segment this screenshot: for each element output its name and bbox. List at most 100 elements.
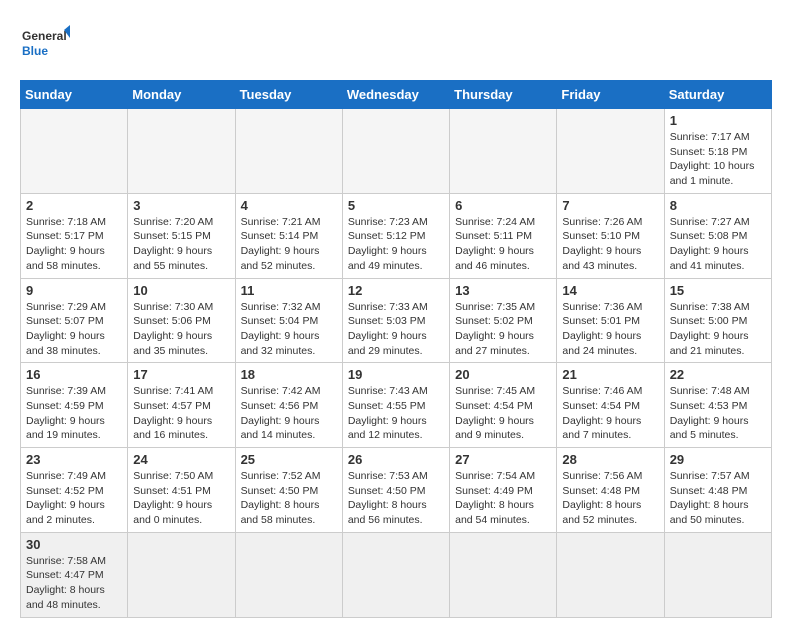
calendar-week-row: 9Sunrise: 7:29 AM Sunset: 5:07 PM Daylig… bbox=[21, 278, 772, 363]
weekday-header-thursday: Thursday bbox=[450, 81, 557, 109]
day-number: 13 bbox=[455, 283, 551, 298]
weekday-header-monday: Monday bbox=[128, 81, 235, 109]
calendar-cell bbox=[128, 109, 235, 194]
day-info: Sunrise: 7:50 AM Sunset: 4:51 PM Dayligh… bbox=[133, 469, 229, 528]
day-number: 24 bbox=[133, 452, 229, 467]
calendar-cell: 11 Sunrise: 7:32 AM Sunset: 5:04 PM Dayli… bbox=[235, 278, 342, 363]
calendar-cell: 27Sunrise: 7:54 AM Sunset: 4:49 PM Dayli… bbox=[450, 448, 557, 533]
calendar-cell: 8 Sunrise: 7:27 AM Sunset: 5:08 PM Daylig… bbox=[664, 193, 771, 278]
calendar-table: SundayMondayTuesdayWednesdayThursdayFrid… bbox=[20, 80, 772, 618]
calendar-cell bbox=[235, 532, 342, 617]
day-number: 4 bbox=[241, 198, 337, 213]
day-info: Sunrise: 7:39 AM Sunset: 4:59 PM Dayligh… bbox=[26, 384, 122, 443]
day-number: 25 bbox=[241, 452, 337, 467]
day-number: 28 bbox=[562, 452, 658, 467]
day-number: 21 bbox=[562, 367, 658, 382]
day-number: 26 bbox=[348, 452, 444, 467]
day-info: Sunrise: 7:42 AM Sunset: 4:56 PM Dayligh… bbox=[241, 384, 337, 443]
calendar-cell: 12 Sunrise: 7:33 AM Sunset: 5:03 PM Dayli… bbox=[342, 278, 449, 363]
day-info: Sunrise: 7:58 AM Sunset: 4:47 PM Dayligh… bbox=[26, 554, 122, 613]
day-number: 3 bbox=[133, 198, 229, 213]
day-number: 27 bbox=[455, 452, 551, 467]
day-info: Sunrise: 7:53 AM Sunset: 4:50 PM Dayligh… bbox=[348, 469, 444, 528]
day-info: Sunrise: 7:43 AM Sunset: 4:55 PM Dayligh… bbox=[348, 384, 444, 443]
day-info: Sunrise: 7:52 AM Sunset: 4:50 PM Dayligh… bbox=[241, 469, 337, 528]
calendar-week-row: 30 Sunrise: 7:58 AM Sunset: 4:47 PM Dayli… bbox=[21, 532, 772, 617]
logo: General Blue bbox=[20, 20, 70, 70]
calendar-week-row: 2Sunrise: 7:18 AM Sunset: 5:17 PM Daylig… bbox=[21, 193, 772, 278]
calendar-cell: 13 Sunrise: 7:35 AM Sunset: 5:02 PM Dayli… bbox=[450, 278, 557, 363]
calendar-cell: 26 Sunrise: 7:53 AM Sunset: 4:50 PM Dayli… bbox=[342, 448, 449, 533]
day-number: 6 bbox=[455, 198, 551, 213]
day-info: Sunrise: 7:57 AM Sunset: 4:48 PM Dayligh… bbox=[670, 469, 766, 528]
calendar-cell: 2Sunrise: 7:18 AM Sunset: 5:17 PM Daylig… bbox=[21, 193, 128, 278]
day-number: 20 bbox=[455, 367, 551, 382]
calendar-cell bbox=[342, 532, 449, 617]
day-info: Sunrise: 7:46 AM Sunset: 4:54 PM Dayligh… bbox=[562, 384, 658, 443]
calendar-cell: 6 Sunrise: 7:24 AM Sunset: 5:11 PM Daylig… bbox=[450, 193, 557, 278]
day-info: Sunrise: 7:18 AM Sunset: 5:17 PM Dayligh… bbox=[26, 215, 122, 274]
calendar-cell: 1Sunrise: 7:17 AM Sunset: 5:18 PM Daylig… bbox=[664, 109, 771, 194]
day-number: 29 bbox=[670, 452, 766, 467]
calendar-cell: 9Sunrise: 7:29 AM Sunset: 5:07 PM Daylig… bbox=[21, 278, 128, 363]
day-info: Sunrise: 7:26 AM Sunset: 5:10 PM Dayligh… bbox=[562, 215, 658, 274]
calendar-cell: 22 Sunrise: 7:48 AM Sunset: 4:53 PM Dayli… bbox=[664, 363, 771, 448]
day-info: Sunrise: 7:41 AM Sunset: 4:57 PM Dayligh… bbox=[133, 384, 229, 443]
calendar-cell bbox=[450, 532, 557, 617]
day-info: Sunrise: 7:36 AM Sunset: 5:01 PM Dayligh… bbox=[562, 300, 658, 359]
day-number: 8 bbox=[670, 198, 766, 213]
day-info: Sunrise: 7:32 AM Sunset: 5:04 PM Dayligh… bbox=[241, 300, 337, 359]
calendar-cell: 10Sunrise: 7:30 AM Sunset: 5:06 PM Dayli… bbox=[128, 278, 235, 363]
weekday-header-tuesday: Tuesday bbox=[235, 81, 342, 109]
svg-text:Blue: Blue bbox=[22, 44, 48, 58]
calendar-cell bbox=[450, 109, 557, 194]
day-number: 18 bbox=[241, 367, 337, 382]
day-info: Sunrise: 7:17 AM Sunset: 5:18 PM Dayligh… bbox=[670, 130, 766, 189]
weekday-header-sunday: Sunday bbox=[21, 81, 128, 109]
day-info: Sunrise: 7:48 AM Sunset: 4:53 PM Dayligh… bbox=[670, 384, 766, 443]
calendar-cell: 24 Sunrise: 7:50 AM Sunset: 4:51 PM Dayli… bbox=[128, 448, 235, 533]
calendar-cell bbox=[557, 532, 664, 617]
weekday-header-row: SundayMondayTuesdayWednesdayThursdayFrid… bbox=[21, 81, 772, 109]
calendar-cell: 7Sunrise: 7:26 AM Sunset: 5:10 PM Daylig… bbox=[557, 193, 664, 278]
calendar-cell: 28 Sunrise: 7:56 AM Sunset: 4:48 PM Dayli… bbox=[557, 448, 664, 533]
day-number: 16 bbox=[26, 367, 122, 382]
day-info: Sunrise: 7:49 AM Sunset: 4:52 PM Dayligh… bbox=[26, 469, 122, 528]
day-info: Sunrise: 7:30 AM Sunset: 5:06 PM Dayligh… bbox=[133, 300, 229, 359]
day-info: Sunrise: 7:45 AM Sunset: 4:54 PM Dayligh… bbox=[455, 384, 551, 443]
day-info: Sunrise: 7:29 AM Sunset: 5:07 PM Dayligh… bbox=[26, 300, 122, 359]
calendar-cell: 16 Sunrise: 7:39 AM Sunset: 4:59 PM Dayli… bbox=[21, 363, 128, 448]
weekday-header-wednesday: Wednesday bbox=[342, 81, 449, 109]
calendar-cell: 5Sunrise: 7:23 AM Sunset: 5:12 PM Daylig… bbox=[342, 193, 449, 278]
weekday-header-saturday: Saturday bbox=[664, 81, 771, 109]
svg-text:General: General bbox=[22, 29, 67, 43]
day-number: 22 bbox=[670, 367, 766, 382]
calendar-cell: 29 Sunrise: 7:57 AM Sunset: 4:48 PM Dayli… bbox=[664, 448, 771, 533]
weekday-header-friday: Friday bbox=[557, 81, 664, 109]
day-info: Sunrise: 7:24 AM Sunset: 5:11 PM Dayligh… bbox=[455, 215, 551, 274]
day-info: Sunrise: 7:33 AM Sunset: 5:03 PM Dayligh… bbox=[348, 300, 444, 359]
day-number: 5 bbox=[348, 198, 444, 213]
day-number: 12 bbox=[348, 283, 444, 298]
day-number: 30 bbox=[26, 537, 122, 552]
day-info: Sunrise: 7:35 AM Sunset: 5:02 PM Dayligh… bbox=[455, 300, 551, 359]
calendar-cell: 3Sunrise: 7:20 AM Sunset: 5:15 PM Daylig… bbox=[128, 193, 235, 278]
calendar-cell bbox=[21, 109, 128, 194]
day-number: 15 bbox=[670, 283, 766, 298]
calendar-cell: 25 Sunrise: 7:52 AM Sunset: 4:50 PM Dayli… bbox=[235, 448, 342, 533]
calendar-cell: 18 Sunrise: 7:42 AM Sunset: 4:56 PM Dayli… bbox=[235, 363, 342, 448]
calendar-cell: 20 Sunrise: 7:45 AM Sunset: 4:54 PM Dayli… bbox=[450, 363, 557, 448]
day-number: 23 bbox=[26, 452, 122, 467]
calendar-cell bbox=[235, 109, 342, 194]
calendar-cell: 23 Sunrise: 7:49 AM Sunset: 4:52 PM Dayli… bbox=[21, 448, 128, 533]
day-info: Sunrise: 7:56 AM Sunset: 4:48 PM Dayligh… bbox=[562, 469, 658, 528]
calendar-week-row: 16 Sunrise: 7:39 AM Sunset: 4:59 PM Dayli… bbox=[21, 363, 772, 448]
day-info: Sunrise: 7:27 AM Sunset: 5:08 PM Dayligh… bbox=[670, 215, 766, 274]
calendar-cell: 21 Sunrise: 7:46 AM Sunset: 4:54 PM Dayli… bbox=[557, 363, 664, 448]
day-info: Sunrise: 7:21 AM Sunset: 5:14 PM Dayligh… bbox=[241, 215, 337, 274]
day-number: 17 bbox=[133, 367, 229, 382]
calendar-cell bbox=[664, 532, 771, 617]
day-number: 11 bbox=[241, 283, 337, 298]
day-number: 14 bbox=[562, 283, 658, 298]
page-header: General Blue bbox=[20, 20, 772, 70]
